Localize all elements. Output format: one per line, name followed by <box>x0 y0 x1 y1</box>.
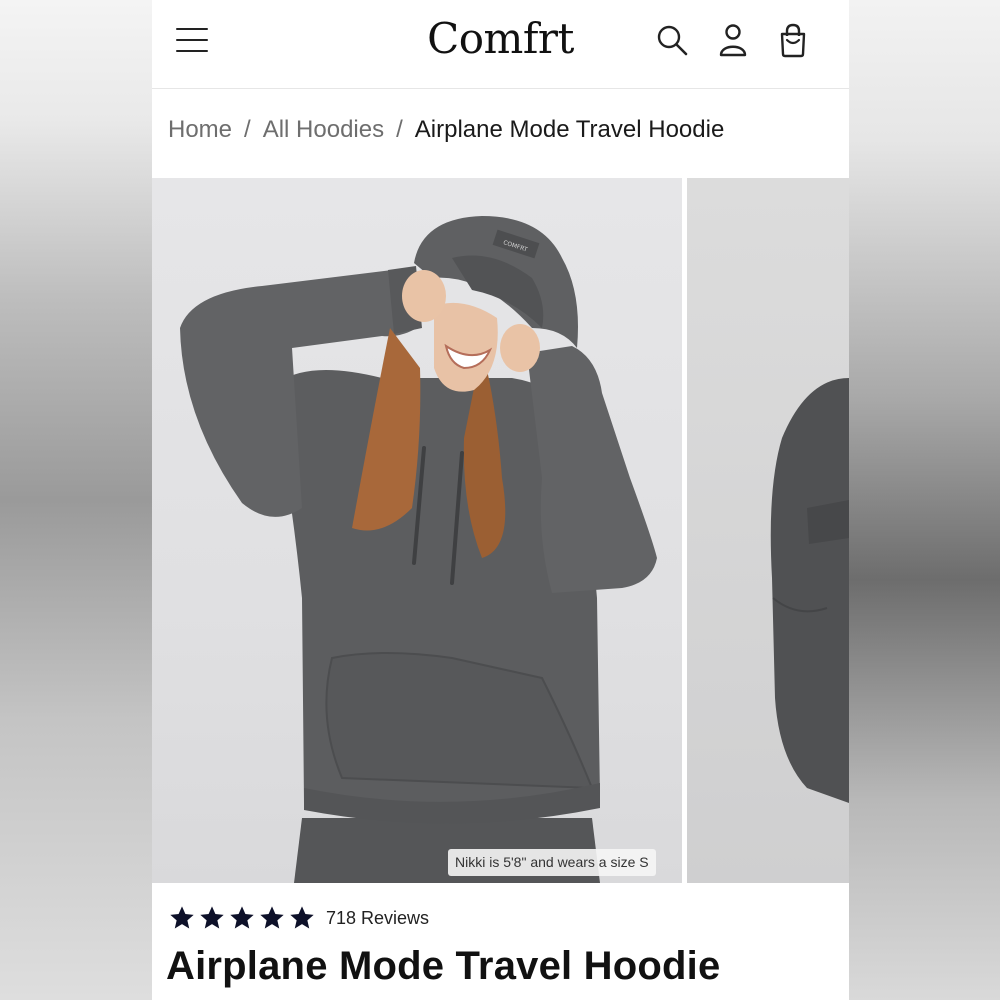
breadcrumb-all-hoodies-link[interactable]: All Hoodies <box>263 116 384 143</box>
search-icon[interactable] <box>654 22 690 58</box>
model-size-caption: Nikki is 5'8" and wears a size S <box>448 849 656 876</box>
breadcrumb-current-page: Airplane Mode Travel Hoodie <box>414 116 725 143</box>
star-rating <box>168 904 316 932</box>
breadcrumb-home-link[interactable]: Home <box>168 116 232 143</box>
site-header: Comfrt <box>152 0 849 89</box>
star-icon <box>230 906 254 929</box>
product-title: Airplane Mode Travel Hoodie <box>166 944 721 988</box>
backdrop-left <box>0 0 152 1000</box>
product-image-gallery[interactable]: COMFRT Nikki is 5'8" and wears a size S <box>152 178 849 883</box>
review-count[interactable]: 718 Reviews <box>326 908 429 929</box>
breadcrumb-separator: / <box>244 116 251 143</box>
reviews-summary[interactable]: 718 Reviews <box>168 903 429 933</box>
breadcrumb: Home / All Hoodies / Airplane Mode Travel Ho… <box>168 116 724 150</box>
product-image-next[interactable] <box>687 178 849 883</box>
shopping-bag-icon[interactable] <box>775 22 811 58</box>
model-back-illustration <box>770 378 849 803</box>
star-icon <box>200 906 224 929</box>
product-image-main[interactable]: COMFRT Nikki is 5'8" and wears a size S <box>152 178 682 883</box>
product-page: Comfrt Home / All Hoodies / Airplane Mode Tr… <box>152 0 849 1000</box>
model-hoodie-illustration: COMFRT <box>180 216 657 883</box>
breadcrumb-separator: / <box>396 116 403 143</box>
star-icon <box>260 906 284 929</box>
star-icon <box>290 906 314 929</box>
user-account-icon[interactable] <box>715 22 751 58</box>
star-icon <box>170 906 194 929</box>
backdrop-right <box>848 0 1000 1000</box>
